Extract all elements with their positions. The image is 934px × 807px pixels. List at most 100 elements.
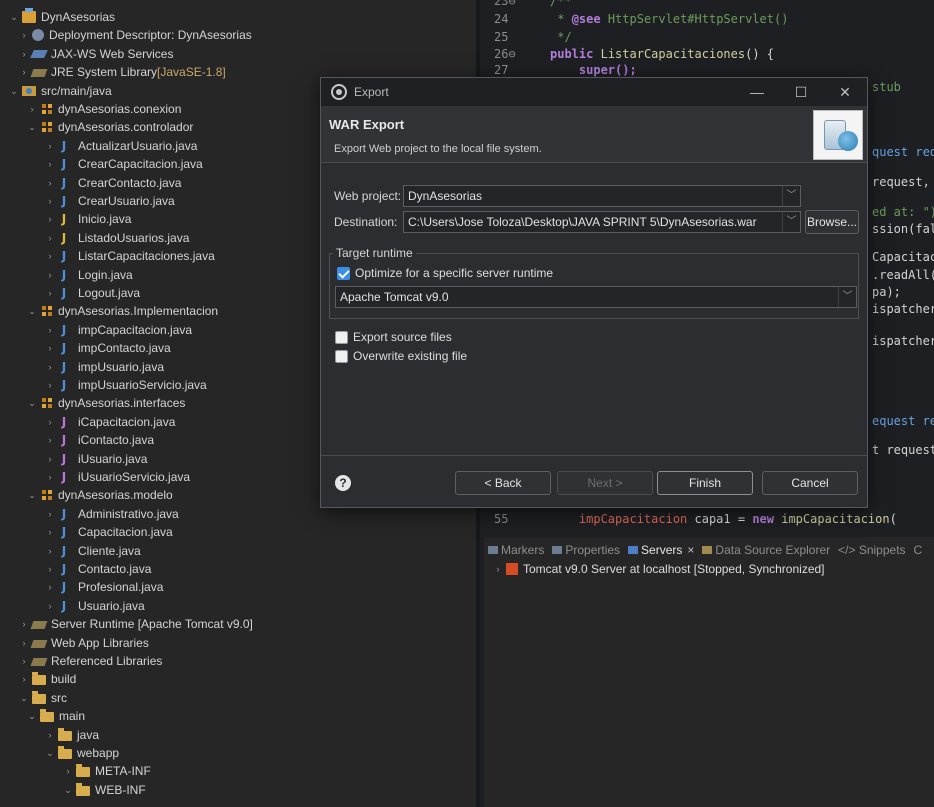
overwrite-checkbox[interactable]: Overwrite existing file xyxy=(335,349,467,363)
code-line[interactable]: /** xyxy=(550,0,572,8)
tree-item[interactable]: › J ListarCapacitaciones.java xyxy=(44,247,215,265)
expand-arrow-icon[interactable]: › xyxy=(18,45,30,63)
expand-arrow-icon[interactable]: › xyxy=(44,321,56,339)
finish-button[interactable]: Finish xyxy=(657,471,753,495)
expand-arrow-icon[interactable]: › xyxy=(26,100,38,118)
tree-item[interactable]: › JimpCapacitacion.java xyxy=(44,321,193,339)
minimize-button[interactable]: — xyxy=(735,78,779,106)
tree-item[interactable]: › J Logout.java xyxy=(44,284,141,302)
expand-arrow-icon[interactable]: › xyxy=(18,615,30,633)
chevron-down-icon[interactable]: ﹀ xyxy=(838,287,856,307)
tree-item[interactable]: ⌄ src xyxy=(18,689,67,707)
expand-arrow-icon[interactable]: › xyxy=(44,413,56,431)
web-project-combo[interactable]: DynAsesorias ﹀ xyxy=(403,185,801,207)
expand-arrow-icon[interactable]: › xyxy=(44,431,56,449)
tab-data-source-explorer[interactable]: Data Source Explorer xyxy=(698,543,834,557)
expand-arrow-icon[interactable]: › xyxy=(44,560,56,578)
tree-item[interactable]: › JAX-WS Web Services xyxy=(18,45,174,63)
checkbox-icon[interactable] xyxy=(335,349,348,363)
expand-arrow-icon[interactable]: › xyxy=(44,578,56,596)
tree-item[interactable]: › JiContacto.java xyxy=(44,431,155,449)
expand-arrow-icon[interactable]: › xyxy=(44,137,56,155)
tree-item[interactable]: ⌄ WEB-INF xyxy=(62,781,146,799)
tree-item[interactable]: › JiCapacitacion.java xyxy=(44,413,176,431)
expand-arrow-icon[interactable]: › xyxy=(44,505,56,523)
expand-arrow-icon[interactable]: › xyxy=(18,670,30,688)
collapse-arrow-icon[interactable]: ⌄ xyxy=(44,744,56,762)
expand-arrow-icon[interactable]: › xyxy=(18,652,30,670)
browse-button[interactable]: Browse... xyxy=(805,210,859,234)
close-button[interactable]: ✕ xyxy=(823,78,867,106)
tree-item[interactable]: ⌄ dynAsesorias.Implementacion xyxy=(26,302,218,320)
code-line[interactable]: impCapacitacion capa1 = new impCapacitac… xyxy=(550,512,897,526)
collapse-arrow-icon[interactable]: ⌄ xyxy=(26,118,38,136)
cancel-button[interactable]: Cancel xyxy=(762,471,858,495)
tree-item[interactable]: › J ActualizarUsuario.java xyxy=(44,137,198,155)
expand-arrow-icon[interactable]: › xyxy=(18,634,30,652)
expand-arrow-icon[interactable]: › xyxy=(44,542,56,560)
checkbox-icon[interactable] xyxy=(335,330,348,344)
tree-item[interactable]: › dynAsesorias.conexion xyxy=(26,100,182,118)
expand-arrow-icon[interactable]: › xyxy=(44,266,56,284)
expand-arrow-icon[interactable]: › xyxy=(44,229,56,247)
tree-item[interactable]: ⌄ dynAsesorias.modelo xyxy=(26,486,173,504)
expand-arrow-icon[interactable]: › xyxy=(62,762,74,780)
tree-item[interactable]: › Web App Libraries xyxy=(18,634,149,652)
expand-arrow-icon[interactable]: › xyxy=(18,26,30,44)
tree-item[interactable]: › J ListadoUsuarios.java xyxy=(44,229,190,247)
collapse-arrow-icon[interactable]: ⌄ xyxy=(18,689,30,707)
collapse-arrow-icon[interactable]: ⌄ xyxy=(62,781,74,799)
tree-item[interactable]: ⌄ main xyxy=(26,707,85,725)
tree-item[interactable]: › Deployment Descriptor: DynAsesorias xyxy=(18,26,252,44)
expand-arrow-icon[interactable]: › xyxy=(44,468,56,486)
expand-arrow-icon[interactable]: › xyxy=(18,63,30,81)
tree-item[interactable]: › J Login.java xyxy=(44,266,133,284)
chevron-down-icon[interactable]: ﹀ xyxy=(782,212,800,232)
tree-item[interactable]: › J CrearContacto.java xyxy=(44,174,182,192)
code-line[interactable]: super(); xyxy=(550,63,637,77)
tree-item[interactable]: ⌄ DynAsesorias xyxy=(8,8,115,26)
tree-item[interactable]: › java xyxy=(44,726,99,744)
collapse-arrow-icon[interactable]: ⌄ xyxy=(8,8,20,26)
expand-arrow-icon[interactable]: › xyxy=(44,358,56,376)
tab-snippets[interactable]: </> Snippets xyxy=(834,543,909,557)
collapse-arrow-icon[interactable]: ⌄ xyxy=(26,707,38,725)
chevron-down-icon[interactable]: ﹀ xyxy=(782,186,800,206)
maximize-button[interactable]: ☐ xyxy=(779,78,823,106)
expand-arrow-icon[interactable]: › xyxy=(44,284,56,302)
expand-arrow-icon[interactable]: › xyxy=(44,726,56,744)
tree-item[interactable]: › Referenced Libraries xyxy=(18,652,163,670)
expand-arrow-icon[interactable]: › xyxy=(44,339,56,357)
tree-item[interactable]: › JiUsuarioServicio.java xyxy=(44,468,191,486)
export-source-checkbox[interactable]: Export source files xyxy=(335,330,452,344)
tree-item[interactable]: › J Cliente.java xyxy=(44,542,141,560)
tree-item[interactable]: ⌄ dynAsesorias.interfaces xyxy=(26,394,185,412)
back-button[interactable]: < Back xyxy=(455,471,551,495)
tree-item[interactable]: › J Contacto.java xyxy=(44,560,152,578)
tree-item[interactable]: › JimpUsuario.java xyxy=(44,358,165,376)
code-line[interactable]: * @see HttpServlet#HttpServlet() xyxy=(550,12,788,26)
tree-item[interactable]: ⌄ webapp xyxy=(44,744,119,762)
next-button[interactable]: Next > xyxy=(557,471,653,495)
expand-arrow-icon[interactable]: › xyxy=(44,155,56,173)
checkbox-icon[interactable] xyxy=(337,266,350,280)
tree-item[interactable]: › J Capacitacion.java xyxy=(44,523,173,541)
tree-item[interactable]: › J CrearCapacitacion.java xyxy=(44,155,203,173)
tree-item[interactable]: › J CrearUsuario.java xyxy=(44,192,175,210)
expand-arrow-icon[interactable]: › xyxy=(44,247,56,265)
collapse-arrow-icon[interactable]: ⌄ xyxy=(26,302,38,320)
expand-arrow-icon[interactable]: › xyxy=(44,450,56,468)
tab-c[interactable]: C xyxy=(910,543,927,557)
tab-markers[interactable]: Markers xyxy=(484,543,548,557)
dialog-titlebar[interactable]: Export — ☐ ✕ xyxy=(321,78,867,106)
tree-item[interactable]: › JiUsuario.java xyxy=(44,450,148,468)
collapse-arrow-icon[interactable]: ⌄ xyxy=(26,486,38,504)
tree-item[interactable]: › J Inicio.java xyxy=(44,210,132,228)
server-entry[interactable]: › Tomcat v9.0 Server at localhost [Stopp… xyxy=(492,562,825,576)
tree-item[interactable]: › J Administrativo.java xyxy=(44,505,179,523)
expand-arrow-icon[interactable]: › xyxy=(44,523,56,541)
expand-arrow-icon[interactable]: › xyxy=(44,210,56,228)
tree-item[interactable]: › build xyxy=(18,670,76,688)
tree-item[interactable]: › Server Runtime [Apache Tomcat v9.0] xyxy=(18,615,253,633)
tree-item[interactable]: › J Profesional.java xyxy=(44,578,164,596)
